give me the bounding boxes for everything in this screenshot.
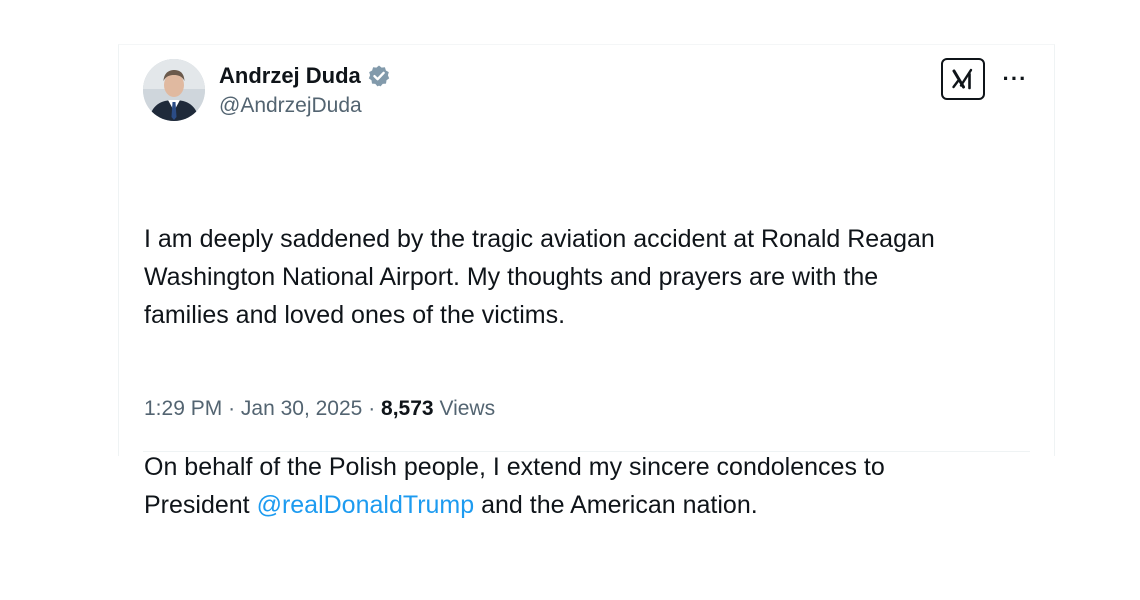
more-options-icon[interactable]: ···: [1001, 65, 1029, 93]
author-name-row: Andrzej Duda: [219, 63, 391, 89]
grok-icon: [952, 68, 973, 90]
mention-link[interactable]: @realDonaldTrump: [257, 491, 475, 519]
tweet-paragraph-1: I am deeply saddened by the tragic aviat…: [144, 225, 935, 329]
tweet-text: I am deeply saddened by the tragic aviat…: [144, 144, 1024, 600]
tweet-card: Andrzej Duda @AndrzejDuda ··· I am deepl…: [118, 44, 1055, 519]
tweet-date[interactable]: Jan 30, 2025: [241, 397, 362, 420]
profile-photo-icon: [143, 59, 205, 121]
author-display-name[interactable]: Andrzej Duda: [219, 63, 361, 89]
views-count: 8,573: [381, 397, 434, 420]
verified-badge-icon: [367, 64, 391, 88]
meta-separator: ·: [228, 397, 236, 420]
tweet-meta: 1:29 PM · Jan 30, 2025 · 8,573 Views: [144, 397, 495, 421]
grok-button[interactable]: [941, 58, 985, 100]
tweet-time[interactable]: 1:29 PM: [144, 397, 222, 420]
views-label: Views: [439, 397, 496, 420]
author-avatar[interactable]: [143, 59, 205, 121]
divider: [143, 451, 1030, 452]
tweet-paragraph-2-end: and the American nation.: [474, 491, 758, 519]
tweet-paragraph-2: On behalf of the Polish people, I extend…: [144, 448, 1024, 524]
meta-separator: ·: [368, 397, 376, 420]
author-handle[interactable]: @AndrzejDuda: [219, 94, 362, 118]
